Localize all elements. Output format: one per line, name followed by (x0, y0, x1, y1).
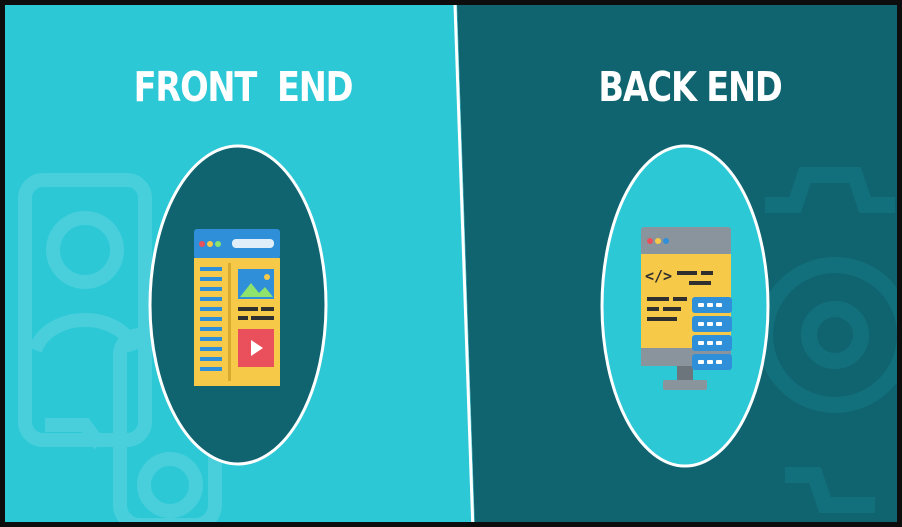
code-tag: </> (645, 267, 672, 285)
back-end-illustration: </> (600, 144, 770, 468)
code-server-icon: </> (641, 227, 732, 390)
comparison-banner: FRONT END BACK END </> (0, 0, 902, 527)
